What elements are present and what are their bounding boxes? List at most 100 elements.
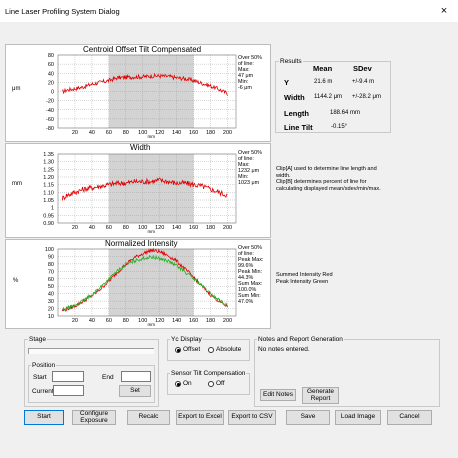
sensor-tilt-label: Sensor Tilt Compensation (170, 370, 247, 377)
y-tick-label: 80 (48, 262, 54, 268)
y-tick-label: 100 (45, 247, 54, 253)
results-width-mean: 1144.2 μm (314, 94, 343, 100)
x-tick-label: 20 (72, 225, 78, 231)
x-unit-label: mm (147, 322, 155, 327)
x-tick-label: 40 (89, 225, 95, 231)
tilt-off-label[interactable]: Off (216, 380, 225, 387)
clip-info-text: Clip[A] used to determine line length an… (276, 166, 381, 193)
y-tick-label: 40 (48, 292, 54, 298)
absolute-radio-label[interactable]: Absolute (216, 346, 241, 353)
edit-notes-button[interactable]: Edit Notes (260, 389, 296, 401)
x-tick-label: 160 (189, 225, 198, 231)
y-tick-label: 1.30 (43, 160, 54, 166)
intensity-legend: Summed Intensity Red Peak Intensity Gree… (276, 272, 333, 285)
tilt-on-label[interactable]: On (183, 380, 192, 387)
x-tick-label: 160 (189, 130, 198, 136)
stage-slider[interactable] (28, 348, 154, 354)
y-tick-label: 1.25 (43, 167, 54, 173)
x-tick-label: 160 (189, 318, 198, 324)
generate-report-button[interactable]: Generate Report (302, 387, 339, 404)
stat-line: 47.0% (238, 299, 254, 306)
x-tick-label: 180 (206, 130, 215, 136)
end-label: End (102, 374, 114, 381)
y-tick-label: 0.90 (43, 221, 54, 227)
x-tick-label: 60 (106, 225, 112, 231)
x-tick-label: 200 (223, 318, 232, 324)
y-tick-label: 1 (51, 206, 54, 212)
centroid-stats: Over 50% of line: Max: 47 μm Min: -6 μm (238, 55, 262, 91)
highlight-region (108, 154, 194, 223)
results-label-line-tilt: Line Tilt (284, 123, 313, 132)
results-line-tilt-mean: -0.15° (331, 124, 348, 130)
tilt-off-radio[interactable] (208, 381, 214, 387)
start-label: Start (33, 374, 47, 381)
x-tick-label: 180 (206, 225, 215, 231)
x-tick-label: 140 (172, 225, 181, 231)
notes-text: No notes entered. (258, 346, 310, 353)
y-tick-label: 10 (48, 314, 54, 320)
absolute-radio[interactable] (208, 347, 214, 353)
cancel-button[interactable]: Cancel (387, 410, 432, 425)
x-tick-label: 40 (89, 130, 95, 136)
results-length-mean: 188.64 mm (330, 110, 361, 116)
results-heading: Results (279, 58, 303, 65)
x-tick-label: 200 (223, 225, 232, 231)
x-tick-label: 40 (89, 318, 95, 324)
y-tick-label: 0 (51, 90, 54, 96)
y-tick-label: 60 (48, 277, 54, 283)
results-label-y: Y (284, 78, 290, 87)
centroid-chart: 806040200-20-40-60-8020 40 60 80 100 120 140 16… (46, 53, 237, 139)
x-tick-label: 20 (72, 318, 78, 324)
x-tick-label: 100 (138, 225, 147, 231)
results-label-width: Width (284, 93, 305, 102)
y-tick-label: 20 (48, 80, 54, 86)
y-tick-label: 30 (48, 299, 54, 305)
x-tick-label: 80 (123, 318, 129, 324)
load-image-button[interactable]: Load Image (335, 410, 381, 425)
tilt-on-radio[interactable] (175, 381, 181, 387)
x-tick-label: 60 (106, 318, 112, 324)
y-tick-label: 70 (48, 269, 54, 275)
x-tick-label: 80 (123, 130, 129, 136)
legend-green: Peak Intensity Green (276, 278, 329, 285)
recalc-button[interactable]: Recalc (127, 410, 170, 425)
save-button[interactable]: Save (286, 410, 330, 425)
y-tick-label: 0.95 (43, 213, 54, 219)
results-y-sdev: +/-9.4 m (352, 79, 375, 85)
highlight-region (108, 249, 194, 316)
offset-radio[interactable] (175, 347, 181, 353)
x-tick-label: 120 (155, 318, 164, 324)
y-tick-label: 1.15 (43, 183, 54, 189)
x-tick-label: 20 (72, 130, 78, 136)
offset-radio-label[interactable]: Offset (183, 346, 200, 353)
export-excel-button[interactable]: Export to Excel (176, 410, 224, 425)
start-position-field[interactable] (52, 371, 84, 382)
y-tick-label: -40 (46, 108, 54, 114)
results-width-sdev: +/-28.2 μm (352, 94, 381, 100)
intensity-stats: Over 50% of line: Peak Max: 99.6% Peak Min: 4… (238, 245, 263, 305)
y-tick-label: 90 (48, 254, 54, 260)
export-csv-button[interactable]: Export to CSV (228, 410, 276, 425)
current-label: Current (32, 388, 54, 395)
x-unit-label: mm (147, 229, 155, 234)
configure-exposure-button[interactable]: Configure Exposure (72, 410, 116, 425)
yc-display-label: Yc Display (170, 336, 203, 343)
x-tick-label: 120 (155, 225, 164, 231)
x-tick-label: 140 (172, 318, 181, 324)
y-tick-label: 50 (48, 284, 54, 290)
legend-red: Summed Intensity Red (276, 272, 333, 278)
set-button[interactable]: Set (119, 385, 151, 397)
y-tick-label: 1.20 (43, 175, 54, 181)
y-tick-label: -60 (46, 117, 54, 123)
x-tick-label: 80 (123, 225, 129, 231)
x-tick-label: 200 (223, 130, 232, 136)
y-tick-label: 1.10 (43, 190, 54, 196)
y-tick-label: -20 (46, 99, 54, 105)
x-unit-label: mm (147, 134, 155, 139)
end-position-field[interactable] (121, 371, 151, 382)
y-tick-label: 60 (48, 62, 54, 68)
start-button[interactable]: Start (24, 410, 64, 425)
y-tick-label: 40 (48, 71, 54, 77)
current-position-field[interactable] (53, 385, 84, 396)
position-label: Position (31, 362, 57, 369)
